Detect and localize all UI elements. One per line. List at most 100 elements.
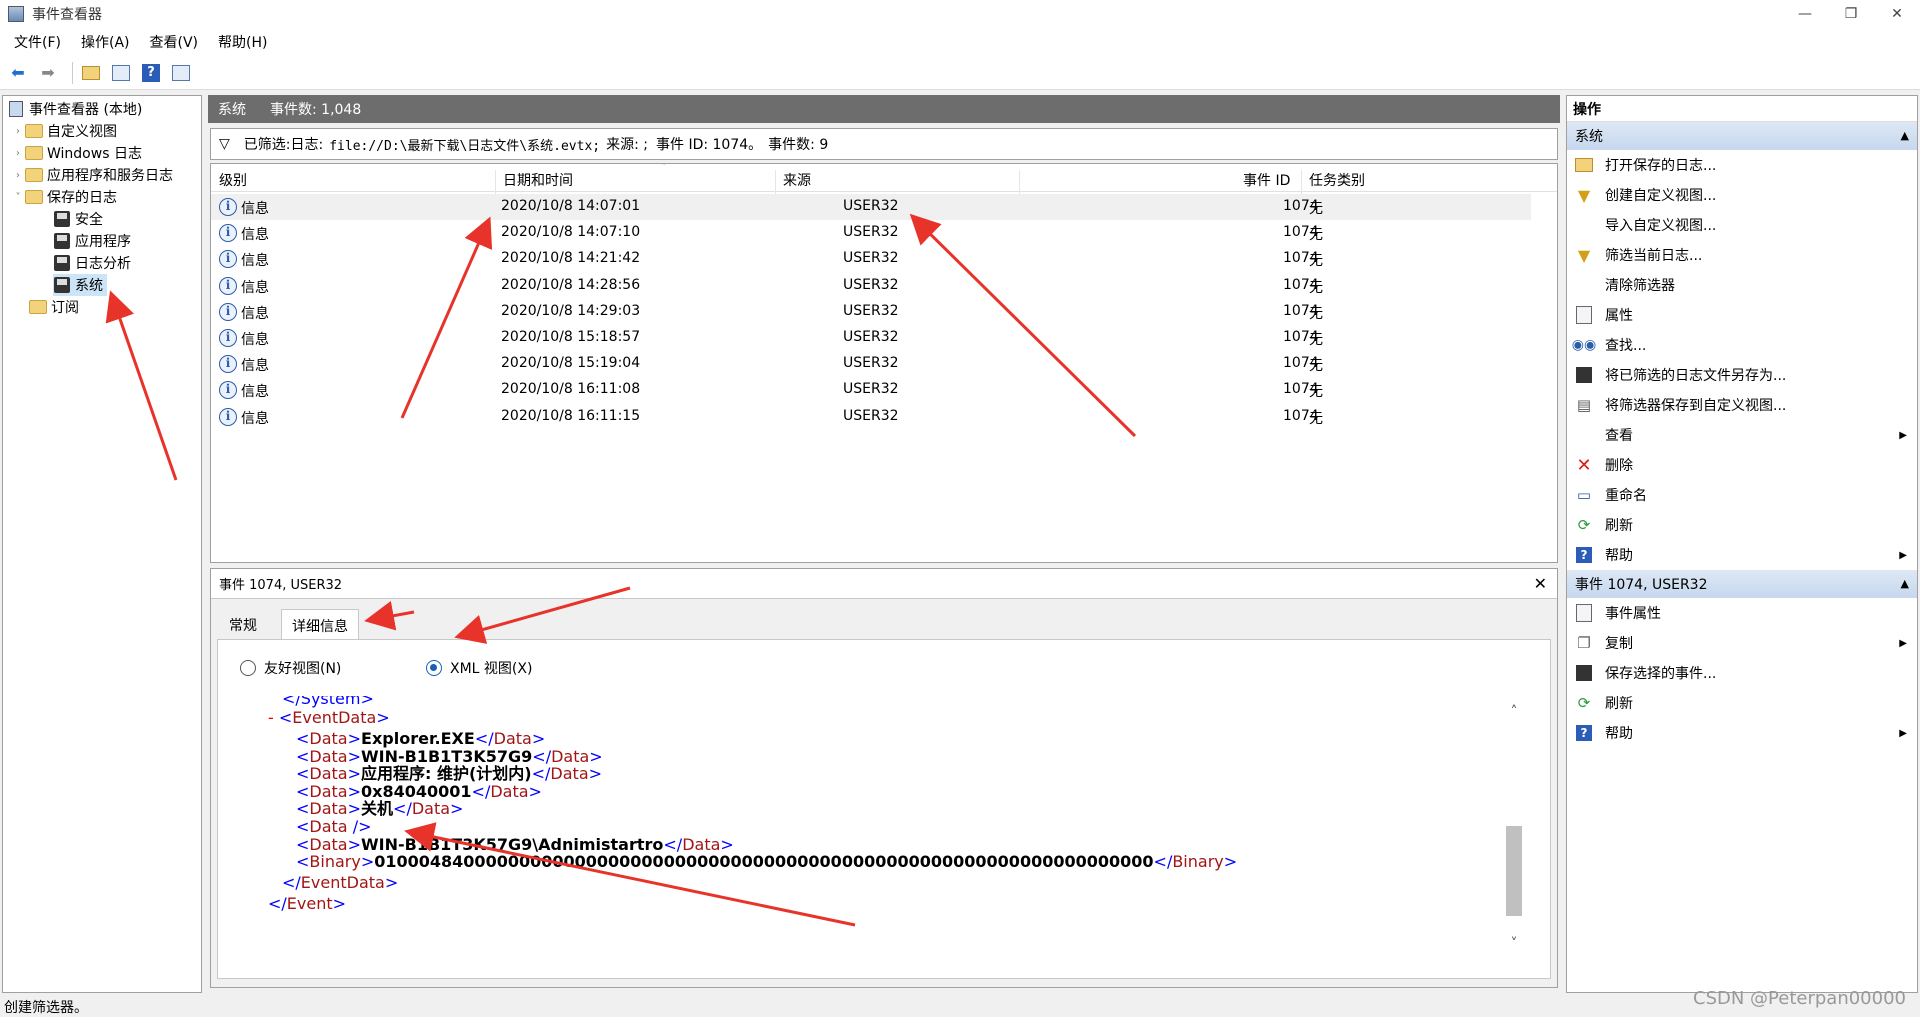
delete-icon: ✕ <box>1576 454 1592 476</box>
action-label: 复制 <box>1605 636 1633 652</box>
action-item[interactable]: ▼ 创建自定义视图... <box>1567 180 1917 210</box>
table-row[interactable]: i 信息 2020/10/8 15:19:04 USER32 1074 无 <box>211 351 1557 377</box>
tree-label: 应用程序和服务日志 <box>47 168 173 184</box>
chevron-right-icon[interactable]: › <box>11 148 25 159</box>
action-item[interactable]: 打开保存的日志... <box>1567 150 1917 180</box>
saved-log-disk-icon <box>53 254 71 272</box>
action-item[interactable]: ▭ 重命名 <box>1567 480 1917 510</box>
cell-datetime: 2020/10/8 14:28:56 <box>501 276 641 293</box>
cell-task: 无 <box>1309 410 1323 427</box>
table-row[interactable]: i 信息 2020/10/8 16:11:08 USER32 1074 无 <box>211 377 1557 403</box>
chevron-right-icon[interactable]: › <box>11 126 25 137</box>
tab-general[interactable]: 常规 <box>219 609 267 639</box>
menu-view[interactable]: 查看(V) <box>140 32 209 52</box>
action-item[interactable]: ✕ 删除 <box>1567 450 1917 480</box>
minimize-button[interactable]: — <box>1782 0 1828 28</box>
back-arrow-icon[interactable]: ⬅ <box>6 61 30 85</box>
collapse-minus-icon[interactable]: - <box>268 708 279 727</box>
action-item[interactable]: ◉◉ 查找... <box>1567 330 1917 360</box>
action-item[interactable]: ▼ 筛选当前日志... <box>1567 240 1917 270</box>
save-icon <box>1573 662 1595 684</box>
action-item[interactable]: ▤ 将筛选器保存到自定义视图... <box>1567 390 1917 420</box>
filter-bar: ▽ 已筛选:日志: file://D:\最新下载\日志文件\系统.evtx; 来… <box>210 128 1558 160</box>
console-tree: 事件查看器 (本地) › 自定义视图 › Windows 日志 › 应用程序和服… <box>2 95 202 993</box>
action-item[interactable]: ⟳ 刷新 <box>1567 510 1917 540</box>
cell-level: 信息 <box>241 279 269 296</box>
tree-item-security[interactable]: 安全 <box>53 208 103 230</box>
action-label: 导入自定义视图... <box>1605 218 1717 234</box>
tree-item-custom-views[interactable]: › 自定义视图 <box>11 120 117 142</box>
table-row[interactable]: i 信息 2020/10/8 15:18:57 USER32 1074 无 <box>211 325 1557 351</box>
chevron-down-icon[interactable]: ˅ <box>11 192 25 203</box>
menu-file[interactable]: 文件(F) <box>4 32 71 52</box>
action-item[interactable]: ❐ 复制 ▶ <box>1567 628 1917 658</box>
collapse-triangle-icon[interactable]: ▲ <box>1901 577 1909 590</box>
tab-details[interactable]: 详细信息 <box>281 609 359 639</box>
column-task-category[interactable]: 任务类别 <box>1309 170 1365 190</box>
actions-section-system[interactable]: 系统 ▲ <box>1567 122 1917 150</box>
table-row[interactable]: i 信息 2020/10/8 14:07:10 USER32 1074 无 <box>211 220 1557 246</box>
action-item[interactable]: 将已筛选的日志文件另存为... <box>1567 360 1917 390</box>
friendly-view-radio[interactable]: 友好视图(N) <box>240 658 341 678</box>
tree-item-windows-logs[interactable]: › Windows 日志 <box>11 142 142 164</box>
tree-item-system[interactable]: 系统 <box>53 274 107 296</box>
scroll-down-icon[interactable]: ˅ <box>1506 936 1522 952</box>
action-item[interactable]: ? 帮助 ▶ <box>1567 540 1917 570</box>
restore-button[interactable]: ❐ <box>1828 0 1874 28</box>
menu-help[interactable]: 帮助(H) <box>208 32 277 52</box>
chevron-right-icon[interactable]: › <box>11 170 25 181</box>
actions-title: 操作 <box>1567 96 1917 122</box>
forward-arrow-icon[interactable]: ➡ <box>36 61 60 85</box>
action-item[interactable]: 清除筛选器 <box>1567 270 1917 300</box>
action-item[interactable]: 属性 <box>1567 300 1917 330</box>
xml-view-radio[interactable]: XML 视图(X) <box>426 658 532 678</box>
action-item[interactable]: 导入自定义视图... <box>1567 210 1917 240</box>
action-item[interactable]: 事件属性 <box>1567 598 1917 628</box>
menu-action[interactable]: 操作(A) <box>71 32 140 52</box>
window-controls: — ❐ ✕ <box>1782 0 1920 28</box>
status-bar: 创建筛选器。 <box>0 996 1920 1017</box>
tree-item-application[interactable]: 应用程序 <box>53 230 131 252</box>
tree-item-subscriptions[interactable]: 订阅 <box>29 296 79 318</box>
actions-section-event[interactable]: 事件 1074, USER32 ▲ <box>1567 570 1917 598</box>
filter-path: file://D:\最新下载\日志文件\系统.evtx; <box>329 138 601 154</box>
xml-view[interactable]: </System> - <EventData> <Data>Explorer.E… <box>244 696 1500 962</box>
table-row[interactable]: i 信息 2020/10/8 14:28:56 USER32 1074 无 <box>211 273 1557 299</box>
column-source[interactable]: 来源 <box>783 170 811 190</box>
action-item[interactable]: 查看 ▶ <box>1567 420 1917 450</box>
table-row[interactable]: i 信息 2020/10/8 14:07:01 USER32 1074 无 <box>211 194 1531 220</box>
close-button[interactable]: ✕ <box>1874 0 1920 28</box>
help-icon[interactable]: ? <box>139 61 163 85</box>
action-item[interactable]: ⟳ 刷新 <box>1567 688 1917 718</box>
cell-source: USER32 <box>843 329 899 345</box>
cell-source: USER32 <box>843 355 899 372</box>
cell-level: 信息 <box>241 227 269 244</box>
close-icon[interactable]: ✕ <box>1534 574 1547 593</box>
table-row[interactable]: i 信息 2020/10/8 16:11:15 USER32 1074 无 <box>211 404 1557 430</box>
scroll-thumb[interactable] <box>1506 826 1522 916</box>
action-item[interactable]: ? 帮助 ▶ <box>1567 718 1917 748</box>
console-tree-icon[interactable] <box>109 61 133 85</box>
tree-root[interactable]: 事件查看器 (本地) <box>7 98 142 120</box>
save-icon <box>1573 364 1595 386</box>
scroll-up-icon[interactable]: ˄ <box>1506 704 1522 720</box>
collapse-triangle-icon[interactable]: ▲ <box>1901 129 1909 142</box>
xml-scrollbar[interactable]: ˄ ˅ <box>1504 696 1524 962</box>
table-row[interactable]: i 信息 2020/10/8 14:21:42 USER32 1074 无 <box>211 246 1557 272</box>
column-level[interactable]: 级别 <box>219 170 247 190</box>
cell-level: 信息 <box>241 410 269 427</box>
action-label: 删除 <box>1605 458 1633 474</box>
tree-item-log-analysis[interactable]: 日志分析 <box>53 252 131 274</box>
column-event-id[interactable]: 事件 ID <box>1243 170 1290 190</box>
tree-item-saved-logs[interactable]: ˅ 保存的日志 <box>11 186 117 208</box>
action-pane-icon[interactable] <box>169 61 193 85</box>
action-item[interactable]: 保存选择的事件... <box>1567 658 1917 688</box>
open-folder-icon[interactable] <box>79 61 103 85</box>
tree-item-app-service-logs[interactable]: › 应用程序和服务日志 <box>11 164 173 186</box>
action-label: 查找... <box>1605 338 1647 354</box>
column-datetime[interactable]: 日期和时间 <box>503 170 573 190</box>
xml-view-label: XML 视图(X) <box>450 661 533 677</box>
action-label: 查看 <box>1605 428 1633 444</box>
table-row[interactable]: i 信息 2020/10/8 14:29:03 USER32 1074 无 <box>211 299 1557 325</box>
cell-task: 无 <box>1309 279 1323 296</box>
